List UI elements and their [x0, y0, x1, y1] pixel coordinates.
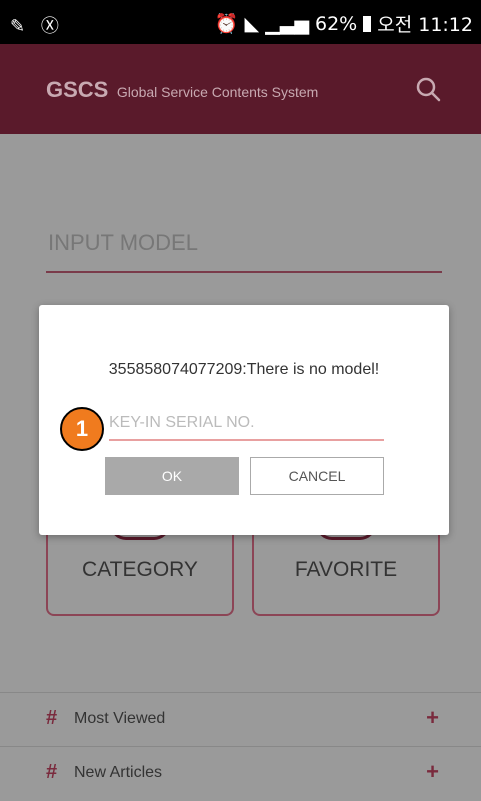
app-subtitle: Global Service Contents System: [116, 84, 319, 100]
app-header: GSCS Global Service Contents System: [0, 44, 481, 134]
battery-icon: [363, 15, 372, 32]
input-model-underline: [46, 271, 442, 273]
status-bar-right: ⏰ ◣ ▁▃▅ 62% 오전 11:12: [215, 10, 473, 37]
category-label: CATEGORY: [82, 558, 198, 581]
dialog-message: 355858074077209:There is no model!: [108, 361, 380, 378]
favorite-card[interactable]: FAVORITE: [252, 524, 440, 616]
list-item-label: Most Viewed: [74, 710, 166, 727]
app-logo: GSCS: [46, 77, 109, 102]
hash-icon: #: [46, 761, 58, 783]
clock: 오전 11:12: [377, 14, 473, 36]
list-item-label: New Articles: [74, 764, 163, 781]
accessibility-icon: Ⓧ: [40, 16, 59, 37]
edit-icon: ✎: [10, 16, 26, 37]
expand-plus-icon[interactable]: +: [426, 705, 439, 731]
expand-plus-icon[interactable]: +: [426, 759, 439, 785]
list-item-new-articles[interactable]: # New Articles +: [0, 746, 481, 800]
hash-icon: #: [46, 707, 58, 729]
bottom-list: # Most Viewed + # New Articles +: [0, 692, 481, 800]
brand: GSCS Global Service Contents System: [46, 77, 318, 103]
status-bar: ✎ Ⓧ ⏰ ◣ ▁▃▅ 62% 오전 11:12: [0, 0, 481, 44]
step-number-badge: 1: [60, 407, 104, 451]
battery-percent: 62%: [315, 12, 358, 35]
input-model-label[interactable]: INPUT MODEL: [48, 230, 198, 256]
favorite-label: FAVORITE: [294, 558, 398, 581]
list-item-most-viewed[interactable]: # Most Viewed +: [0, 692, 481, 746]
wifi-icon: ◣: [244, 12, 260, 35]
status-bar-left: ✎ Ⓧ: [10, 12, 69, 38]
cancel-button[interactable]: CANCEL: [250, 457, 384, 495]
alarm-icon: ⏰: [214, 13, 239, 35]
search-icon[interactable]: [415, 76, 441, 102]
category-card[interactable]: CATEGORY: [46, 524, 234, 616]
signal-icon: ▁▃▅: [265, 12, 309, 35]
serial-number-input[interactable]: [109, 407, 384, 441]
ok-button[interactable]: OK: [105, 457, 239, 495]
